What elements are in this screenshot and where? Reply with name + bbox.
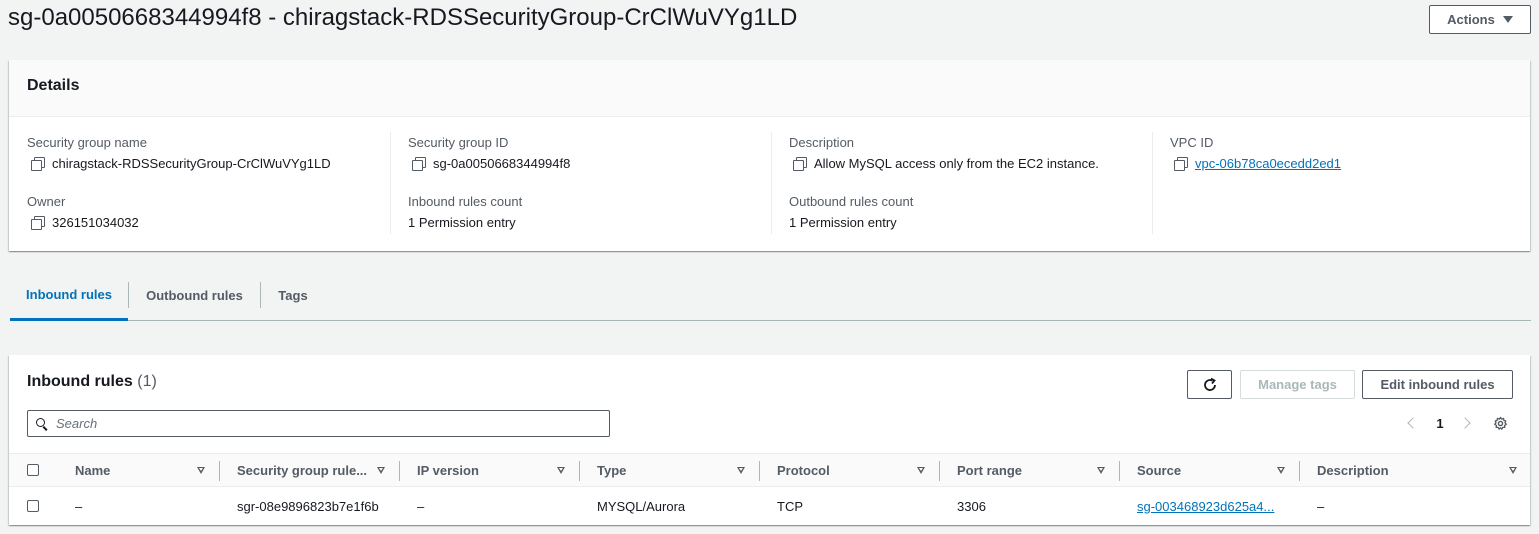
actions-button[interactable]: Actions — [1429, 5, 1531, 34]
refresh-button[interactable] — [1187, 370, 1232, 399]
copy-icon[interactable] — [793, 157, 807, 171]
security-group-name-label: Security group name — [27, 135, 147, 150]
owner-text: 326151034032 — [52, 215, 139, 230]
source-link[interactable]: sg-003468923d625a4... — [1137, 499, 1274, 514]
security-group-id-text: sg-0a0050668344994f8 — [433, 156, 571, 171]
security-group-id-label: Security group ID — [408, 135, 509, 150]
table-row[interactable]: – sgr-08e9896823b7e1f6b – MYSQL/Aurora T… — [9, 487, 1530, 525]
select-all-checkbox[interactable] — [27, 464, 39, 476]
refresh-icon — [1203, 377, 1216, 391]
column-divider — [771, 132, 772, 234]
caret-down-icon — [1502, 16, 1513, 23]
cell-source: sg-003468923d625a4... — [1137, 487, 1274, 525]
sort-icon[interactable] — [1097, 467, 1105, 474]
vpc-id-label: VPC ID — [1170, 135, 1214, 150]
column-resizer[interactable] — [759, 461, 760, 481]
copy-icon[interactable] — [31, 216, 45, 230]
edit-inbound-rules-button[interactable]: Edit inbound rules — [1362, 370, 1513, 399]
next-page-button[interactable] — [1457, 415, 1473, 431]
column-divider — [1152, 132, 1153, 234]
inbound-rules-count-value: 1 Permission entry — [408, 215, 516, 230]
outbound-rules-count-label: Outbound rules count — [789, 194, 914, 209]
column-header-port-range[interactable]: Port range — [957, 454, 1022, 486]
sort-icon[interactable] — [917, 467, 925, 474]
column-divider — [390, 132, 391, 234]
column-header-rule-id[interactable]: Security group rule... — [237, 454, 367, 486]
column-resizer[interactable] — [579, 461, 580, 481]
gear-icon[interactable] — [1493, 416, 1508, 431]
table-header: Name Security group rule... IP version T… — [9, 453, 1530, 487]
cell-port-range: 3306 — [957, 498, 986, 514]
inbound-rules-panel: Inbound rules (1) Manage tags Edit inbou… — [9, 355, 1530, 525]
sort-icon[interactable] — [1509, 467, 1517, 474]
column-resizer[interactable] — [399, 461, 400, 481]
search-field[interactable] — [27, 410, 610, 437]
security-group-name-text: chiragstack-RDSSecurityGroup-CrClWuVYg1L… — [52, 156, 331, 171]
sort-icon[interactable] — [197, 467, 205, 474]
inbound-rules-title: Inbound rules — [27, 373, 133, 390]
manage-tags-button[interactable]: Manage tags — [1240, 370, 1355, 399]
cell-type: MYSQL/Aurora — [597, 498, 686, 514]
column-header-name[interactable]: Name — [75, 454, 110, 486]
column-header-protocol[interactable]: Protocol — [777, 454, 830, 486]
cell-ip-version: – — [417, 498, 425, 514]
security-group-id-value: sg-0a0050668344994f8 — [412, 156, 570, 171]
sort-icon[interactable] — [377, 467, 385, 474]
description-label: Description — [789, 135, 855, 150]
inbound-rules-count-label: Inbound rules count — [408, 194, 523, 209]
cell-rule-id: sgr-08e9896823b7e1f6b — [237, 498, 379, 514]
copy-icon[interactable] — [31, 157, 45, 171]
search-input[interactable] — [56, 416, 596, 431]
owner-value: 326151034032 — [31, 215, 139, 230]
tab-bar: Inbound rules Outbound rules Tags — [10, 270, 1531, 321]
sort-icon[interactable] — [737, 467, 745, 474]
copy-icon[interactable] — [412, 157, 426, 171]
details-panel: Details Security group name chiragstack-… — [9, 60, 1530, 251]
column-resizer[interactable] — [1119, 461, 1120, 481]
vpc-id-value: vpc-06b78ca0ecedd2ed1 — [1174, 156, 1341, 171]
tab-tags[interactable]: Tags — [261, 270, 325, 320]
column-header-ip-version[interactable]: IP version — [417, 454, 479, 486]
sort-icon[interactable] — [1277, 467, 1285, 474]
row-checkbox[interactable] — [27, 500, 39, 512]
previous-page-button[interactable] — [1405, 415, 1421, 431]
copy-icon[interactable] — [1174, 157, 1188, 171]
search-icon — [36, 417, 48, 430]
inbound-rules-count: (1) — [137, 373, 157, 390]
column-resizer[interactable] — [1299, 461, 1300, 481]
details-heading: Details — [9, 60, 1530, 117]
page-title: sg-0a0050668344994f8 - chiragstack-RDSSe… — [8, 4, 798, 31]
outbound-rules-count-value: 1 Permission entry — [789, 215, 897, 230]
column-resizer[interactable] — [939, 461, 940, 481]
page-number[interactable]: 1 — [1429, 415, 1451, 431]
column-header-source[interactable]: Source — [1137, 454, 1181, 486]
actions-label: Actions — [1447, 12, 1495, 27]
cell-name: – — [75, 498, 83, 514]
description-text: Allow MySQL access only from the EC2 ins… — [814, 156, 1099, 171]
security-group-name-value: chiragstack-RDSSecurityGroup-CrClWuVYg1L… — [31, 156, 331, 171]
vpc-id-link[interactable]: vpc-06b78ca0ecedd2ed1 — [1195, 156, 1341, 171]
description-value: Allow MySQL access only from the EC2 ins… — [793, 156, 1099, 171]
column-header-type[interactable]: Type — [597, 454, 626, 486]
inbound-rules-heading: Inbound rules (1) — [27, 373, 157, 391]
column-header-description[interactable]: Description — [1317, 454, 1389, 486]
cell-protocol: TCP — [777, 498, 803, 514]
chevron-right-icon — [1459, 417, 1471, 429]
sort-icon[interactable] — [557, 467, 565, 474]
owner-label: Owner — [27, 194, 66, 209]
cell-description: – — [1317, 498, 1325, 514]
column-resizer[interactable] — [219, 461, 220, 481]
tab-inbound-rules[interactable]: Inbound rules — [10, 270, 128, 321]
tab-outbound-rules[interactable]: Outbound rules — [129, 270, 260, 320]
chevron-left-icon — [1407, 417, 1419, 429]
